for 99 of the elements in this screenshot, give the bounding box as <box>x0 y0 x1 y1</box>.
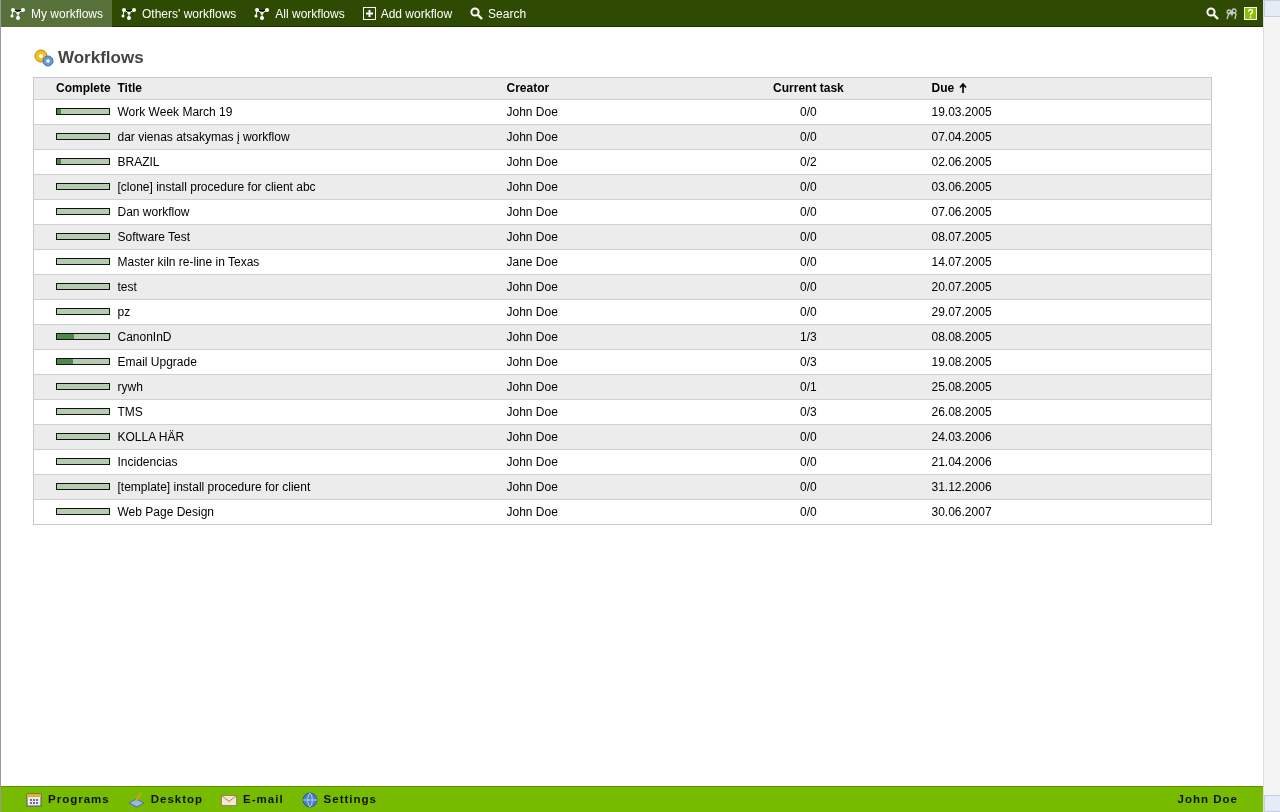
workflow-title[interactable]: TMS <box>117 404 143 419</box>
due-date: 30.06.2007 <box>931 504 992 519</box>
due-date: 20.07.2005 <box>931 279 992 294</box>
creator-name: John Doe <box>506 154 558 169</box>
current-task: 0/0 <box>800 229 817 244</box>
current-task: 0/0 <box>800 204 817 219</box>
due-date: 25.08.2005 <box>931 379 992 394</box>
nav-tab[interactable]: Search <box>461 0 536 27</box>
taskbar-item[interactable]: Desktop <box>127 790 204 809</box>
taskbar-item[interactable]: Programs <box>26 790 110 809</box>
people-icon[interactable] <box>1225 6 1238 20</box>
workflow-title[interactable]: KOLLA HÄR <box>117 429 185 444</box>
nav-tab[interactable]: All workflows <box>245 0 354 27</box>
current-task: 0/0 <box>800 179 817 194</box>
workflow-title[interactable]: rywh <box>117 379 143 394</box>
calendar-icon <box>26 792 42 807</box>
progress-bar <box>56 333 110 340</box>
creator-name: Jane Doe <box>506 254 558 269</box>
due-date: 08.07.2005 <box>931 229 992 244</box>
progress-bar <box>56 358 110 365</box>
nav-tab[interactable]: Add workflow <box>353 0 462 27</box>
column-header[interactable]: Due <box>931 81 955 95</box>
current-task: 0/0 <box>800 479 817 494</box>
help-icon[interactable] <box>1244 6 1257 20</box>
due-date: 29.07.2005 <box>931 304 992 319</box>
gears-icon <box>33 47 55 68</box>
due-date: 31.12.2006 <box>931 479 992 494</box>
creator-name: John Doe <box>506 304 558 319</box>
workflow-title[interactable]: pz <box>117 304 131 319</box>
workflow-title[interactable]: BRAZIL <box>117 154 160 169</box>
current-task: 0/1 <box>800 379 817 394</box>
workflow-title[interactable]: Master kiln re-line in Texas <box>117 254 260 269</box>
creator-name: John Doe <box>506 429 558 444</box>
network-icon <box>10 6 26 21</box>
workflow-title[interactable]: Incidencias <box>117 454 178 469</box>
due-date: 24.03.2006 <box>931 429 992 444</box>
sort-ascending-icon[interactable] <box>959 83 968 95</box>
creator-name: John Doe <box>506 504 558 519</box>
creator-name: John Doe <box>506 129 558 144</box>
progress-bar <box>56 108 110 115</box>
envelope-icon <box>221 793 238 806</box>
creator-name: John Doe <box>506 404 558 419</box>
taskbar-item[interactable]: Settings <box>301 790 377 809</box>
creator-name: John Doe <box>506 204 558 219</box>
current-task: 0/3 <box>800 354 817 369</box>
scrollbar[interactable] <box>1263 0 1280 812</box>
workflow-title[interactable]: test <box>117 279 137 294</box>
current-task: 0/0 <box>800 429 817 444</box>
user-name: John Doe <box>1177 791 1238 807</box>
creator-name: John Doe <box>506 329 558 344</box>
current-task: 0/0 <box>800 454 817 469</box>
due-date: 19.03.2005 <box>931 104 992 119</box>
creator-name: John Doe <box>506 229 558 244</box>
current-task: 0/2 <box>800 154 817 169</box>
network-icon <box>254 6 271 21</box>
due-date: 03.06.2005 <box>931 179 992 194</box>
search-icon[interactable] <box>1206 6 1219 20</box>
current-task: 0/0 <box>800 254 817 269</box>
column-header[interactable]: Current task <box>773 81 844 95</box>
progress-bar <box>56 158 110 165</box>
network-icon <box>121 6 137 21</box>
creator-name: John Doe <box>506 454 558 469</box>
brush-icon <box>127 791 145 808</box>
due-date: 07.06.2005 <box>931 204 992 219</box>
due-date: 26.08.2005 <box>931 404 992 419</box>
workflow-title[interactable]: Work Week March 19 <box>117 104 233 119</box>
creator-name: John Doe <box>506 379 558 394</box>
current-task: 0/3 <box>800 404 817 419</box>
creator-name: John Doe <box>506 354 558 369</box>
current-task: 0/0 <box>800 504 817 519</box>
due-date: 02.06.2005 <box>931 154 992 169</box>
column-header[interactable]: Creator <box>506 81 550 95</box>
taskbar-item[interactable]: E-mail <box>221 790 284 809</box>
creator-name: John Doe <box>506 104 558 119</box>
due-date: 07.04.2005 <box>931 129 992 144</box>
current-task: 0/0 <box>800 304 817 319</box>
nav-tab[interactable]: My workflows <box>1 0 112 27</box>
page-title: Workflows <box>58 47 144 69</box>
column-header[interactable]: Title <box>117 81 142 95</box>
workflow-title[interactable]: Software Test <box>117 229 190 244</box>
workflow-title[interactable]: Web Page Design <box>117 504 214 519</box>
due-date: 19.08.2005 <box>931 354 992 369</box>
creator-name: John Doe <box>506 179 558 194</box>
current-task: 1/3 <box>800 329 817 344</box>
plus-icon <box>362 7 376 20</box>
due-date: 08.08.2005 <box>931 329 992 344</box>
current-task: 0/0 <box>800 279 817 294</box>
workflow-title[interactable]: Email Upgrade <box>117 354 197 369</box>
creator-name: John Doe <box>506 279 558 294</box>
workflow-title[interactable]: CanonInD <box>117 329 172 344</box>
creator-name: John Doe <box>506 479 558 494</box>
current-task: 0/0 <box>800 129 817 144</box>
workflow-title[interactable]: Dan workflow <box>117 204 190 219</box>
due-date: 14.07.2005 <box>931 254 992 269</box>
current-task: 0/0 <box>800 104 817 119</box>
search-icon <box>470 7 484 20</box>
due-date: 21.04.2006 <box>931 454 992 469</box>
nav-tab[interactable]: Others' workflows <box>112 0 246 27</box>
globe-icon <box>301 791 318 808</box>
